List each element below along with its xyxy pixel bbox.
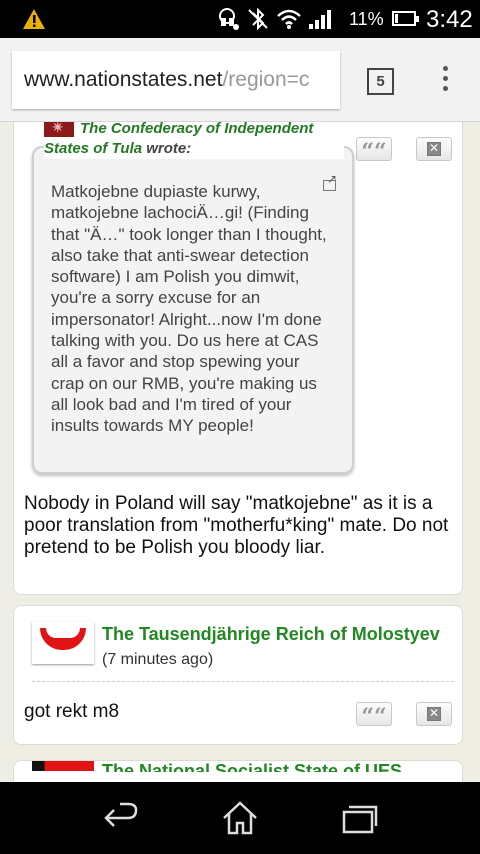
quote-text: Matkojebne dupiaste kurwy, matkojebne la… — [51, 182, 327, 436]
tab-switcher-button[interactable]: 5 — [367, 68, 394, 95]
headset-icon — [219, 8, 239, 30]
navigation-bar — [0, 782, 480, 854]
home-icon[interactable] — [220, 800, 260, 836]
nation-flag[interactable] — [32, 761, 94, 771]
status-icons — [218, 7, 332, 31]
nation-flag[interactable] — [32, 622, 94, 664]
post-author-link[interactable]: The Tausendjährige Reich of Molostyev — [102, 624, 440, 645]
signal-icon — [309, 10, 331, 29]
url-host: www.nationstates.net — [24, 68, 223, 91]
quote-button[interactable]: ““ — [356, 137, 392, 165]
delete-button[interactable] — [416, 137, 452, 161]
overflow-menu-icon[interactable] — [440, 66, 450, 96]
recent-apps-icon[interactable] — [340, 800, 380, 836]
battery-icon — [392, 11, 419, 26]
delete-button[interactable] — [416, 702, 452, 726]
url-field[interactable]: www.nationstates.net/region=c — [12, 51, 340, 109]
clock: 3:42 — [426, 6, 473, 33]
warning-icon — [23, 9, 45, 29]
battery-percent: 11% — [349, 9, 384, 29]
post-text: got rekt m8 — [24, 701, 120, 722]
quote-button[interactable]: ““ — [356, 702, 392, 730]
rmb-post: The Tausendjährige Reich of Molostyev (7… — [13, 605, 463, 745]
rmb-post: ““ Matkojebne dupiaste kurwy, matkojebne… — [13, 122, 463, 595]
nation-flag — [44, 122, 74, 137]
url-path: /region=c — [222, 68, 310, 91]
wrote-label: wrote: — [146, 140, 192, 157]
post-text: Nobody in Poland will say "matkojebne" a… — [24, 493, 449, 558]
page-content[interactable]: ““ Matkojebne dupiaste kurwy, matkojebne… — [0, 122, 480, 782]
status-bar: 11% 3:42 — [0, 0, 480, 38]
bluetooth-off-icon — [248, 7, 268, 31]
back-icon[interactable] — [100, 800, 140, 836]
rmb-post: The National Socialist State of UES — [13, 760, 463, 782]
wifi-icon — [277, 9, 301, 29]
post-timestamp: (7 minutes ago) — [102, 651, 214, 668]
divider — [32, 681, 454, 682]
quote-author: The Confederacy of Independent States of… — [44, 122, 344, 159]
post-author-link[interactable]: The National Socialist State of UES — [102, 761, 402, 772]
quote-block: Matkojebne dupiaste kurwy, matkojebne la… — [32, 146, 354, 474]
browser-toolbar: www.nationstates.net/region=c 5 — [0, 38, 480, 122]
